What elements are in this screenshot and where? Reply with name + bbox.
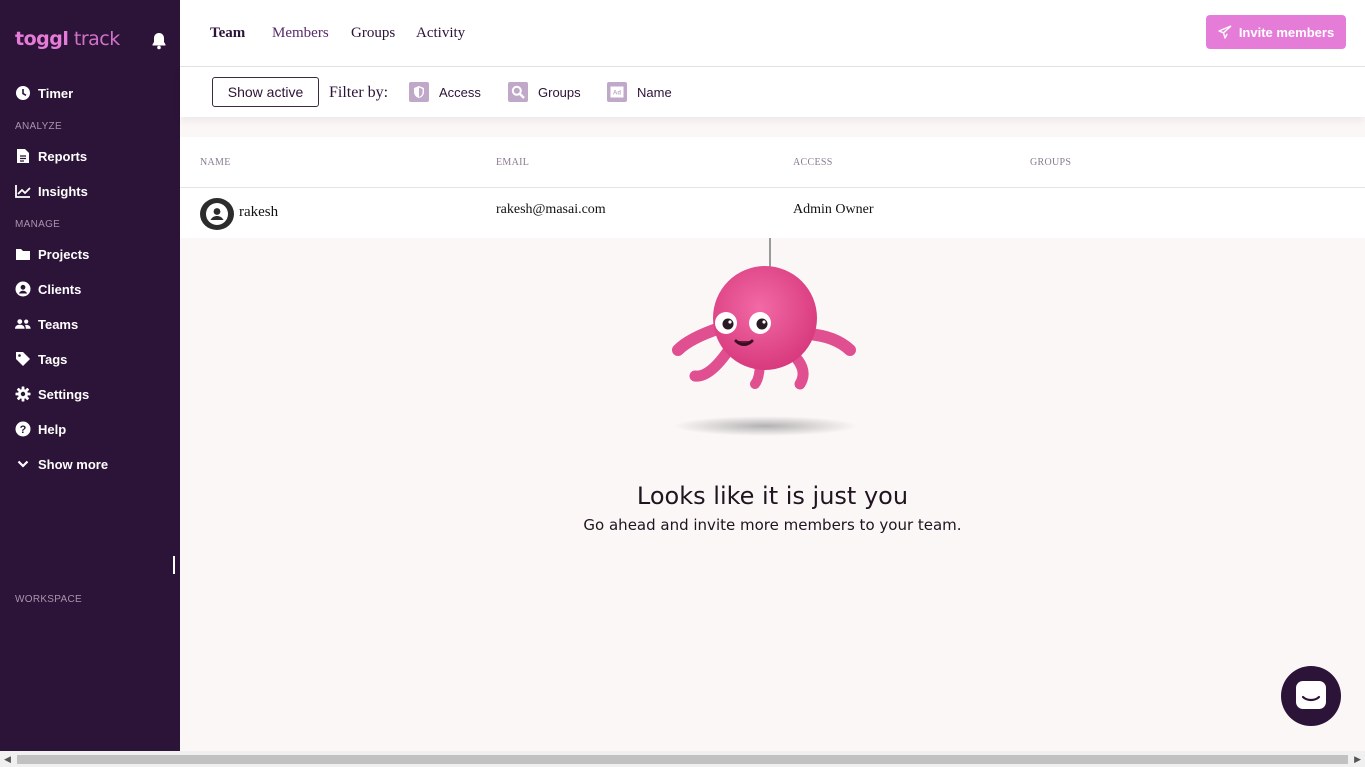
- member-email: rakesh@masai.com: [496, 202, 606, 217]
- invite-members-label: Invite members: [1238, 24, 1335, 40]
- sidebar: toggl track Timer ANALYZE Reports Insigh…: [0, 0, 180, 751]
- chevron-down-icon: [15, 456, 31, 472]
- avatar: [200, 198, 234, 230]
- filter-label-text: Name: [637, 84, 672, 100]
- shield-icon: [409, 82, 429, 102]
- clock-icon: [15, 85, 31, 101]
- sidebar-item-tags[interactable]: Tags: [15, 348, 67, 370]
- filter-label-text: Groups: [538, 84, 581, 100]
- column-header-access[interactable]: ACCESS: [793, 157, 833, 168]
- empty-state-title: Looks like it is just you: [636, 482, 909, 510]
- invite-members-button[interactable]: Invite members: [1206, 15, 1346, 49]
- sidebar-item-label: Help: [38, 421, 67, 437]
- sidebar-item-label: Reports: [38, 148, 88, 164]
- scroll-right-arrow-icon[interactable]: ▶: [1354, 754, 1361, 765]
- sidebar-item-show-more[interactable]: Show more: [15, 453, 108, 475]
- chat-support-button[interactable]: [1281, 666, 1341, 726]
- empty-state-subtitle: Go ahead and invite more members to your…: [583, 516, 962, 534]
- sidebar-item-label: Teams: [38, 316, 79, 332]
- tab-groups[interactable]: Groups: [351, 25, 395, 42]
- filter-name[interactable]: Ad Name: [607, 81, 672, 103]
- sidebar-resize-handle[interactable]: [173, 556, 175, 574]
- question-icon: ?: [15, 421, 31, 437]
- column-header-name[interactable]: NAME: [200, 157, 231, 168]
- filter-groups[interactable]: Groups: [508, 81, 581, 103]
- column-header-groups[interactable]: GROUPS: [1030, 157, 1071, 168]
- logo-row: toggl track: [15, 28, 167, 56]
- tab-members[interactable]: Members: [272, 25, 329, 42]
- folder-icon: [15, 246, 31, 262]
- sidebar-item-label: Tags: [38, 351, 68, 367]
- sidebar-item-label: Settings: [38, 386, 90, 402]
- sidebar-item-insights[interactable]: Insights: [15, 180, 88, 202]
- scrollbar-thumb[interactable]: [17, 755, 1348, 764]
- column-header-email[interactable]: EMAIL: [496, 157, 529, 168]
- sidebar-item-teams[interactable]: Teams: [15, 313, 78, 335]
- top-bar: Team Members Groups Activity Invite memb…: [180, 0, 1365, 67]
- sidebar-item-help[interactable]: ? Help: [15, 418, 66, 440]
- filter-access[interactable]: Access: [409, 81, 481, 103]
- sidebar-item-label: Projects: [38, 246, 90, 262]
- bell-icon[interactable]: [151, 32, 167, 50]
- toggl-track-logo[interactable]: toggl track: [15, 28, 167, 50]
- filter-by-label: Filter by:: [329, 84, 389, 101]
- ad-badge-icon: Ad: [607, 82, 627, 102]
- sidebar-item-projects[interactable]: Projects: [15, 243, 89, 265]
- filter-label-text: Access: [439, 84, 481, 100]
- pink-octopus-illustration: [672, 238, 857, 436]
- search-icon: [508, 82, 528, 102]
- sidebar-item-clients[interactable]: Clients: [15, 278, 81, 300]
- svg-text:Ad: Ad: [613, 91, 621, 97]
- tab-activity[interactable]: Activity: [416, 25, 465, 42]
- people-icon: [15, 316, 31, 332]
- section-label-manage: MANAGE: [15, 219, 61, 230]
- member-name: rakesh: [239, 204, 279, 220]
- member-access: Admin Owner: [793, 202, 874, 217]
- sidebar-item-label: Clients: [38, 281, 82, 297]
- sidebar-item-label: Timer: [38, 85, 74, 101]
- section-label-workspace: WORKSPACE: [15, 594, 82, 605]
- person-circle-icon: [15, 281, 31, 297]
- show-active-dropdown[interactable]: Show active: [212, 77, 319, 107]
- sidebar-item-label: Show more: [38, 456, 109, 472]
- sidebar-item-reports[interactable]: Reports: [15, 145, 87, 167]
- sidebar-item-settings[interactable]: Settings: [15, 383, 89, 405]
- chart-icon: [15, 183, 31, 199]
- document-icon: [15, 148, 31, 164]
- section-label-analyze: ANALYZE: [15, 121, 62, 132]
- chat-icon: [1296, 681, 1326, 709]
- members-table-header: NAME EMAIL ACCESS GROUPS: [180, 137, 1365, 188]
- tag-icon: [15, 351, 31, 367]
- horizontal-scrollbar[interactable]: ◀ ▶: [0, 751, 1365, 767]
- table-row[interactable]: rakesh rakesh@masai.com Admin Owner: [180, 188, 1365, 238]
- scroll-left-arrow-icon[interactable]: ◀: [4, 754, 11, 765]
- filter-bar: Show active Filter by: Access Groups Ad …: [180, 67, 1365, 117]
- paper-plane-icon: [1218, 25, 1232, 39]
- sidebar-item-label: Insights: [38, 183, 88, 199]
- sidebar-item-timer[interactable]: Timer: [15, 82, 73, 104]
- tab-team[interactable]: Team: [210, 25, 245, 42]
- svg-text:?: ?: [20, 424, 27, 436]
- gear-icon: [15, 386, 31, 402]
